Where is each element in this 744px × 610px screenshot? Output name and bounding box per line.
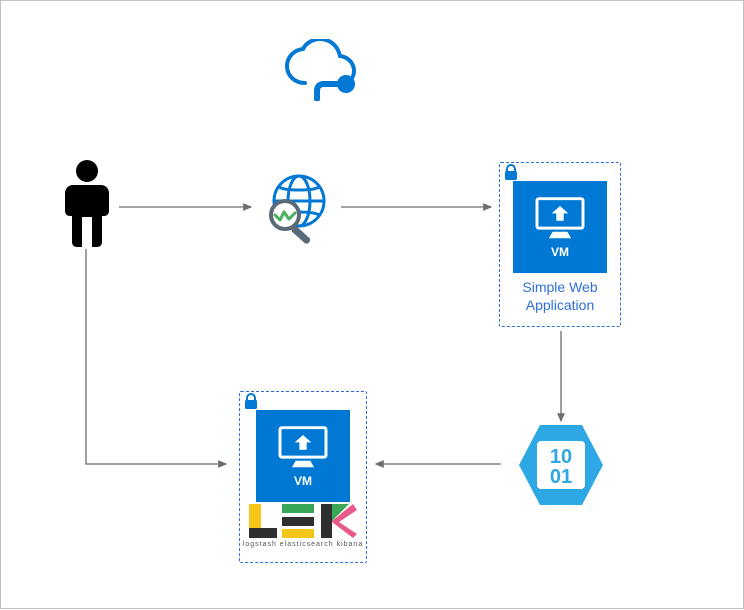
vm-tile-webapp: VM	[513, 181, 607, 273]
lek-logo: logstash elasticsearch kibana	[243, 504, 363, 548]
lock-icon	[242, 393, 260, 411]
monitor-icon	[275, 424, 331, 470]
lock-icon	[502, 164, 520, 182]
hex-text-top: 10	[550, 446, 572, 468]
lek-container: VM logstash elasticsearch ki	[239, 391, 367, 563]
diagram-canvas: VM Simple Web Application 10 01	[0, 0, 744, 609]
lek-subtitle: logstash elasticsearch kibana	[243, 541, 363, 548]
webapp-container: VM Simple Web Application	[499, 162, 621, 327]
monitor-icon	[532, 195, 588, 241]
web-lookup-icon	[259, 173, 337, 245]
vm-tile-lek: VM	[256, 410, 350, 502]
vm-label: VM	[294, 474, 312, 488]
person-icon	[63, 159, 111, 247]
data-hexagon-icon: 10 01	[515, 421, 607, 509]
cloud-icon	[279, 39, 369, 101]
arrow-person-to-lek	[86, 249, 226, 464]
hex-text-bot: 01	[550, 466, 572, 488]
webapp-caption: Simple Web Application	[522, 279, 597, 314]
arrows-layer	[1, 1, 744, 610]
vm-label: VM	[551, 245, 569, 259]
